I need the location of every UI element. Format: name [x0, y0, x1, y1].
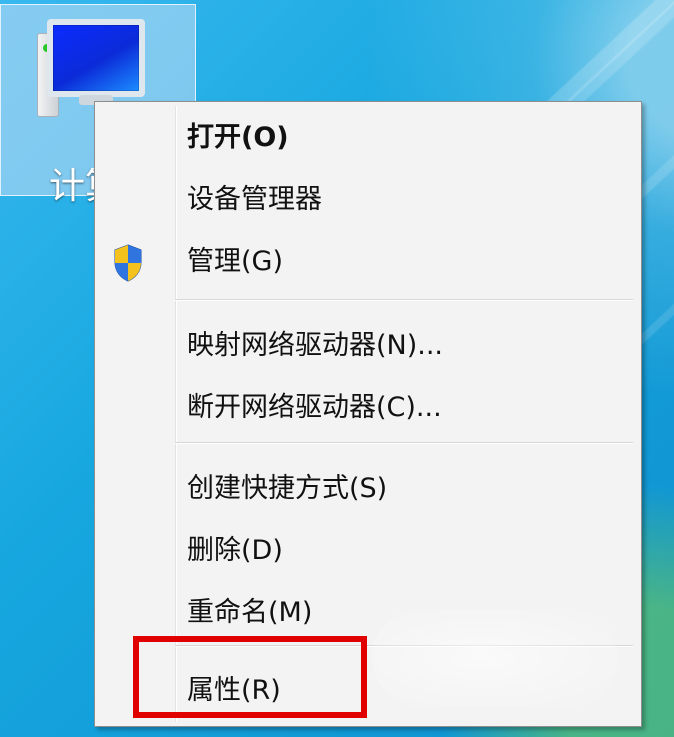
menu-separator [175, 442, 633, 444]
menu-item-label: 打开(O) [187, 122, 289, 153]
menu-item-map-network-drive[interactable]: 映射网络驱动器(N)... [95, 320, 641, 372]
menu-item-label: 创建快捷方式(S) [187, 473, 388, 504]
menu-item-label: 管理(G) [187, 246, 283, 277]
menu-item-manage[interactable]: 管理(G) [95, 236, 641, 288]
menu-item-create-shortcut[interactable]: 创建快捷方式(S) [95, 463, 641, 515]
menu-item-label: 设备管理器 [187, 184, 322, 215]
menu-separator [175, 299, 633, 301]
menu-item-disconnect-network-drive[interactable]: 断开网络驱动器(C)... [95, 382, 641, 434]
menu-item-label: 断开网络驱动器(C)... [187, 392, 442, 423]
menu-item-delete[interactable]: 删除(D) [95, 525, 641, 577]
menu-item-label: 映射网络驱动器(N)... [187, 330, 444, 361]
watermark-blur [372, 609, 618, 707]
menu-item-label: 删除(D) [187, 535, 283, 566]
menu-item-label: 重命名(M) [187, 597, 313, 628]
menu-item-device-manager[interactable]: 设备管理器 [95, 174, 641, 226]
menu-item-open[interactable]: 打开(O) [95, 112, 641, 164]
highlight-box [133, 636, 367, 718]
shield-icon [114, 244, 142, 282]
monitor-screen [47, 19, 145, 97]
